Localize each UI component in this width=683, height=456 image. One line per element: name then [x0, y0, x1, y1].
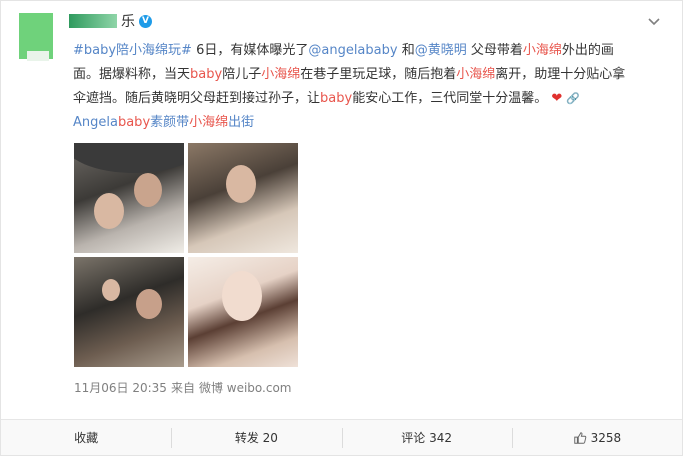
weibo-post-card: 乐 V #baby陪小海绵玩# 6日，有媒体曝光了@angelababy 和@黄…: [0, 0, 683, 456]
post-text: 在巷子里玩足球，随后抱着: [300, 67, 457, 82]
favorite-label: 收藏: [74, 431, 99, 445]
post-text: 面。据爆料称，当天: [73, 67, 191, 82]
photo-thumbnail[interactable]: [188, 257, 298, 367]
topic-link[interactable]: #baby陪小海绵玩#: [73, 43, 192, 58]
post-timestamp[interactable]: 11月06日 20:35: [74, 379, 167, 396]
user-row: 乐 V: [69, 11, 152, 31]
topic-link[interactable]: 素颜带: [150, 115, 189, 130]
photo-thumbnail[interactable]: [74, 143, 184, 253]
heart-icon: ❤: [551, 91, 563, 106]
repost-label: 转发 20: [234, 431, 278, 445]
username[interactable]: 乐: [121, 11, 135, 31]
comment-label: 评论 342: [401, 431, 452, 445]
highlighted-keyword: 小海绵: [456, 67, 496, 82]
article-link[interactable]: Angelababy素颜带小海绵出街: [73, 111, 633, 135]
post-content: #baby陪小海绵玩# 6日，有媒体曝光了@angelababy 和@黄晓明 父…: [73, 39, 633, 135]
highlighted-keyword: 小海绵: [522, 43, 562, 58]
verified-icon: V: [139, 14, 152, 28]
highlighted-keyword: baby: [320, 91, 353, 106]
highlighted-keyword: baby: [117, 115, 151, 130]
post-text: 陪儿子: [222, 67, 262, 82]
post-text: 外出的画: [561, 43, 614, 58]
mention-link[interactable]: @黄晓明: [415, 43, 467, 58]
link-icon: 🔗: [566, 92, 581, 105]
post-meta: 11月06日 20:35 来自 微博 weibo.com: [74, 379, 292, 396]
post-text-line: 伞遮挡。随后黄晓明父母赶到接过孙子，让baby能安心工作，三代同堂十分温馨。 ❤…: [73, 87, 633, 111]
highlighted-keyword: baby: [190, 67, 223, 82]
post-text: 父母带着: [466, 43, 523, 58]
post-source[interactable]: 微博 weibo.com: [199, 379, 292, 396]
highlighted-keyword: 小海绵: [261, 67, 301, 82]
photo-thumbnail[interactable]: [74, 257, 184, 367]
avatar-mosaic: [27, 51, 49, 61]
image-grid: [74, 143, 300, 369]
chevron-down-icon[interactable]: [646, 14, 662, 30]
highlighted-keyword: 小海绵: [189, 115, 229, 130]
post-text-line: #baby陪小海绵玩# 6日，有媒体曝光了@angelababy 和@黄晓明 父…: [73, 39, 633, 63]
post-text: 和: [397, 43, 415, 58]
like-count: 3258: [590, 430, 622, 445]
topic-link[interactable]: Angela: [73, 115, 118, 130]
like-button[interactable]: 3258: [511, 420, 682, 455]
favorite-button[interactable]: 收藏: [1, 420, 171, 455]
action-bar: 收藏 转发 20 评论 342 3258: [1, 419, 682, 455]
post-text: 离开，助理十分贴心拿: [495, 67, 626, 82]
photo-thumbnail[interactable]: [188, 143, 298, 253]
source-prefix: 来自: [170, 381, 195, 395]
post-text: 伞遮挡。随后黄晓明父母赶到接过孙子，让: [73, 91, 321, 106]
username-mosaic: [69, 14, 117, 28]
repost-button[interactable]: 转发 20: [171, 420, 341, 455]
post-text: 6日，有媒体曝光了: [191, 43, 309, 58]
mention-link[interactable]: @angelababy: [308, 43, 397, 58]
post-text: 能安心工作，三代同堂十分温馨。: [352, 91, 548, 106]
comment-button[interactable]: 评论 342: [341, 420, 512, 455]
thumbs-up-icon: [573, 431, 586, 444]
topic-link[interactable]: 出街: [228, 115, 254, 130]
post-text-line: 面。据爆料称，当天baby陪儿子小海绵在巷子里玩足球，随后抱着小海绵离开，助理十…: [73, 63, 633, 87]
